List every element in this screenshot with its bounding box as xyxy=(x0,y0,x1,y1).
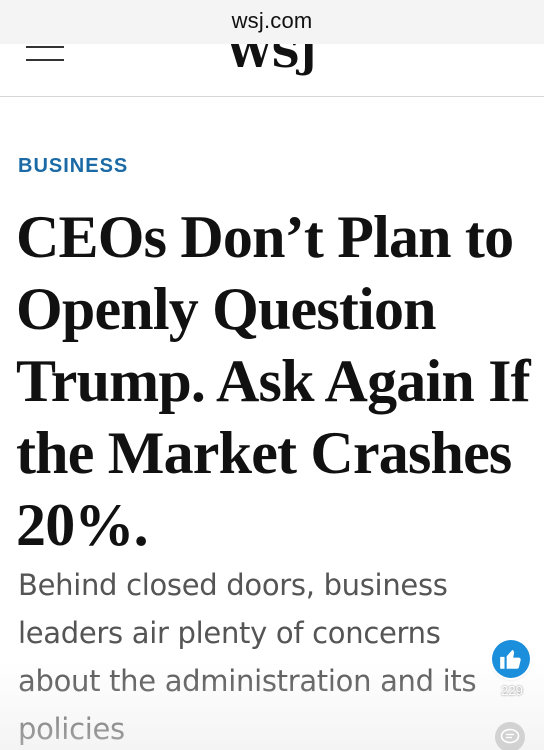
thumbs-up-icon xyxy=(500,649,521,669)
article-dek: Behind closed doors, business leaders ai… xyxy=(18,568,477,746)
like-button[interactable] xyxy=(492,640,530,678)
comment-bubble-icon xyxy=(500,728,520,744)
like-count: 229 xyxy=(501,683,523,698)
article-headline: CEOs Don’t Plan to Openly Question Trump… xyxy=(16,204,531,558)
browser-address-bar[interactable]: wsj.com xyxy=(0,0,544,44)
url-text[interactable]: wsj.com xyxy=(0,8,544,34)
site-header: WSJ xyxy=(0,44,544,97)
comment-button[interactable] xyxy=(495,722,525,750)
wsj-logo[interactable]: WSJ xyxy=(0,44,544,77)
section-label[interactable]: BUSINESS xyxy=(18,155,128,178)
